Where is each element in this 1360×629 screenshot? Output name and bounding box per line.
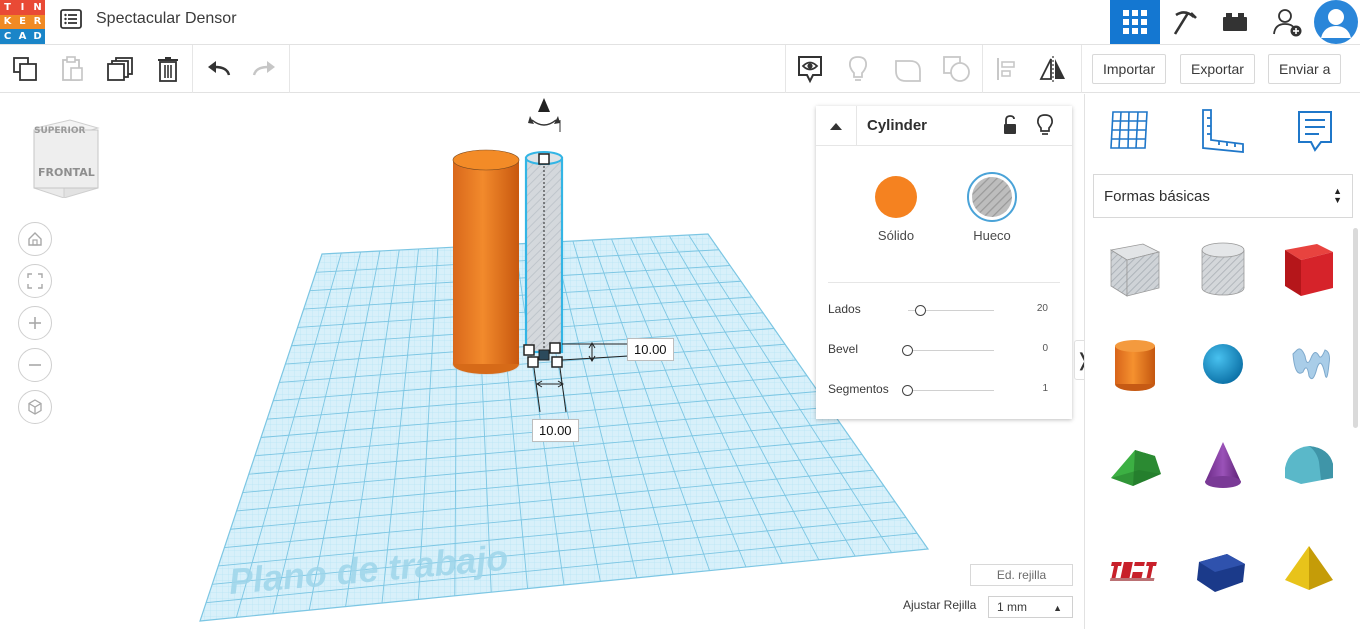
add-user-icon[interactable] bbox=[1262, 0, 1312, 44]
viewcube-top-label[interactable]: SUPERIOR bbox=[34, 126, 85, 136]
roof-icon[interactable] bbox=[1105, 434, 1165, 494]
bricks-icon[interactable] bbox=[1210, 0, 1260, 44]
orange-cylinder[interactable] bbox=[452, 149, 520, 375]
logo-letter: D bbox=[30, 29, 45, 44]
send-to-button[interactable]: Enviar a bbox=[1268, 54, 1342, 84]
perspective-icon[interactable] bbox=[18, 390, 52, 424]
text-icon[interactable] bbox=[1105, 538, 1165, 598]
avatar-icon[interactable] bbox=[1312, 0, 1360, 44]
polygon-icon[interactable] bbox=[1193, 538, 1253, 598]
unlock-icon[interactable] bbox=[1002, 115, 1018, 140]
solid-color-swatch[interactable] bbox=[875, 176, 917, 218]
view-cube[interactable]: SUPERIOR FRONTAL bbox=[30, 116, 102, 199]
caret-up-icon: ▲ bbox=[1053, 603, 1062, 613]
copy-icon[interactable] bbox=[10, 54, 40, 84]
cone-icon[interactable] bbox=[1193, 434, 1253, 494]
light-bulb-icon[interactable] bbox=[1036, 114, 1054, 141]
scribble-icon[interactable] bbox=[1279, 334, 1339, 394]
delete-icon[interactable] bbox=[153, 54, 183, 84]
depth-dimension-field[interactable]: 10.00 bbox=[532, 419, 579, 442]
sides-label: Lados bbox=[828, 302, 861, 316]
solid-label: Sólido bbox=[877, 228, 915, 243]
hole-mode-button[interactable]: Hueco bbox=[962, 172, 1022, 243]
segments-label: Segmentos bbox=[828, 382, 889, 396]
logo-letter: T bbox=[0, 0, 15, 15]
logo-letter: I bbox=[15, 0, 30, 15]
round-roof-icon[interactable] bbox=[1279, 434, 1339, 494]
workplane-icon[interactable] bbox=[1107, 108, 1153, 154]
pyramid-icon[interactable] bbox=[1279, 538, 1339, 598]
bevel-property: Bevel 0 bbox=[828, 340, 1060, 360]
segments-slider-track[interactable] bbox=[908, 390, 994, 391]
bevel-slider-knob[interactable] bbox=[902, 345, 913, 356]
light-bulb-icon[interactable] bbox=[843, 54, 873, 84]
fit-icon[interactable] bbox=[18, 264, 52, 298]
snap-grid-value: 1 mm bbox=[997, 600, 1027, 614]
select-arrows-icon: ▲ ▼ bbox=[1333, 186, 1342, 205]
paste-icon[interactable] bbox=[57, 54, 87, 84]
pickaxe-icon[interactable] bbox=[1160, 0, 1210, 44]
edit-grid-button[interactable]: Ed. rejilla bbox=[970, 564, 1073, 586]
collapse-inspector-icon[interactable] bbox=[816, 106, 857, 146]
hole-swatch[interactable] bbox=[967, 172, 1017, 222]
snap-grid-label: Ajustar Rejilla bbox=[903, 598, 977, 612]
shapes-panel: Formas básicas ▲ ▼ bbox=[1084, 94, 1360, 629]
top-bar: TINKERCAD Spectacular Densor bbox=[0, 0, 1360, 45]
redo-icon[interactable] bbox=[250, 54, 280, 84]
cylinder-icon[interactable] bbox=[1105, 334, 1165, 394]
duplicate-icon[interactable] bbox=[105, 54, 135, 84]
align-icon[interactable] bbox=[992, 54, 1022, 84]
bevel-value[interactable]: 0 bbox=[1042, 343, 1048, 354]
notes-icon[interactable] bbox=[1291, 108, 1337, 154]
logo-letter: C bbox=[0, 29, 15, 44]
sides-value[interactable]: 20 bbox=[1037, 303, 1048, 314]
zoom-out-icon[interactable] bbox=[18, 348, 52, 382]
width-dimension-field[interactable]: 10.00 bbox=[627, 338, 674, 361]
shape-category-value: Formas básicas bbox=[1104, 187, 1210, 205]
logo-letter: A bbox=[15, 29, 30, 44]
list-icon[interactable] bbox=[60, 9, 82, 29]
logo-letter: N bbox=[30, 0, 45, 15]
segments-property: Segmentos 1 bbox=[828, 380, 1060, 400]
inspector-title[interactable]: Cylinder bbox=[867, 117, 927, 134]
sides-property: Lados 20 bbox=[828, 300, 1060, 320]
logo-letter: E bbox=[15, 14, 30, 30]
segments-slider-knob[interactable] bbox=[902, 385, 913, 396]
undo-icon[interactable] bbox=[203, 54, 233, 84]
tinkercad-logo[interactable]: TINKERCAD bbox=[0, 0, 45, 44]
segments-value[interactable]: 1 bbox=[1042, 383, 1048, 394]
box-hole-icon[interactable] bbox=[1105, 238, 1165, 298]
design-title[interactable]: Spectacular Densor bbox=[96, 10, 237, 28]
bevel-slider-track[interactable] bbox=[908, 350, 994, 351]
solid-mode-button[interactable]: Sólido bbox=[866, 172, 926, 243]
viewcube-front-label[interactable]: FRONTAL bbox=[38, 166, 95, 179]
show-all-icon[interactable] bbox=[795, 54, 825, 84]
hole-label: Hueco bbox=[973, 228, 1011, 243]
export-button[interactable]: Exportar bbox=[1180, 54, 1255, 84]
home-icon[interactable] bbox=[18, 222, 52, 256]
ruler-icon[interactable] bbox=[1199, 108, 1245, 154]
logo-letter: K bbox=[0, 14, 15, 30]
mirror-icon[interactable] bbox=[1038, 54, 1068, 84]
import-button[interactable]: Importar bbox=[1092, 54, 1167, 84]
grid-view-icon[interactable] bbox=[1110, 0, 1160, 44]
snap-grid-select[interactable]: 1 mm ▲ bbox=[988, 596, 1073, 618]
ungroup-icon[interactable] bbox=[942, 54, 972, 84]
shape-inspector: Cylinder Sólido Hueco Lados 20 Bevel 0 S… bbox=[816, 106, 1072, 419]
bevel-label: Bevel bbox=[828, 342, 859, 356]
shape-category-select[interactable]: Formas básicas ▲ ▼ bbox=[1093, 174, 1353, 218]
scrollbar[interactable] bbox=[1353, 228, 1358, 428]
toolbar: Importar Exportar Enviar a bbox=[0, 45, 1360, 93]
hole-cylinder[interactable] bbox=[523, 151, 564, 368]
sides-slider-knob[interactable] bbox=[915, 305, 926, 316]
cylinder-hole-icon[interactable] bbox=[1193, 238, 1253, 298]
sphere-icon[interactable] bbox=[1193, 334, 1253, 394]
move-handle-icon[interactable] bbox=[528, 98, 561, 132]
inspector-header: Cylinder bbox=[816, 106, 1072, 146]
logo-letter: R bbox=[30, 14, 45, 30]
group-icon[interactable] bbox=[893, 54, 923, 84]
zoom-in-icon[interactable] bbox=[18, 306, 52, 340]
box-icon[interactable] bbox=[1279, 238, 1339, 298]
